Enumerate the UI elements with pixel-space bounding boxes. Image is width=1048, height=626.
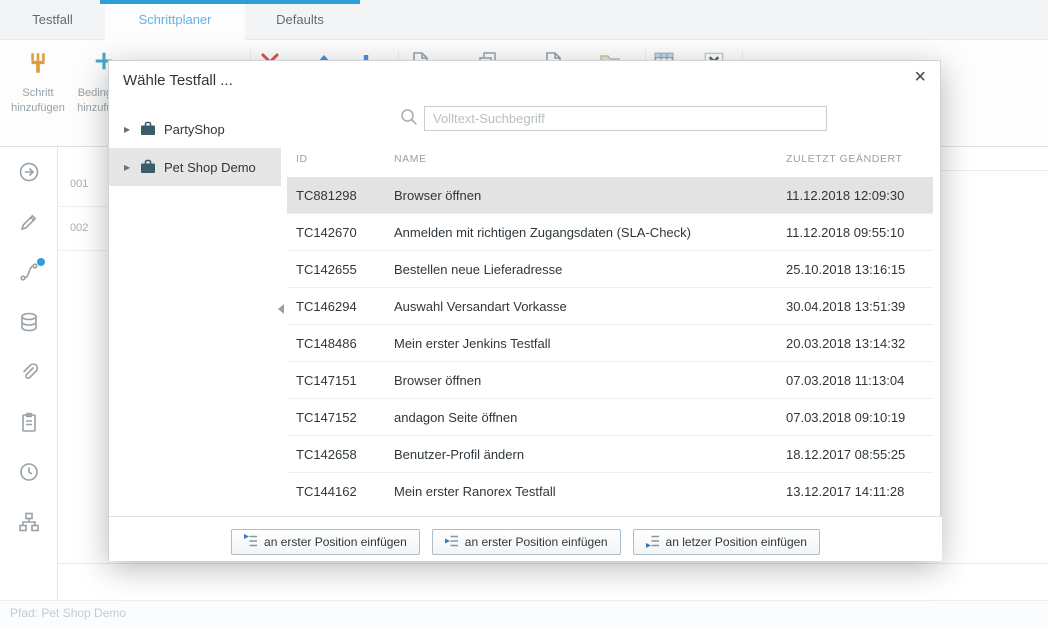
tree-item-label: PartyShop bbox=[164, 122, 225, 137]
content-bottom-line bbox=[58, 563, 1048, 564]
table-row[interactable]: TC147151 Browser öffnen 07.03.2018 11:13… bbox=[287, 362, 933, 399]
table-row[interactable]: TC142658 Benutzer-Profil ändern 18.12.20… bbox=[287, 436, 933, 473]
briefcase-icon bbox=[139, 158, 157, 176]
path-label: Pfad: Pet Shop Demo bbox=[10, 606, 126, 620]
table-row[interactable]: TC144162 Mein erster Ranorex Testfall 13… bbox=[287, 473, 933, 501]
testcase-name: Browser öffnen bbox=[394, 362, 481, 399]
edit-pencil-icon[interactable] bbox=[17, 210, 41, 234]
testcase-id: TC142655 bbox=[296, 251, 357, 288]
testcase-id: TC142670 bbox=[296, 214, 357, 251]
step-row-number: 002 bbox=[70, 222, 102, 234]
testcase-modified: 30.04.2018 13:51:39 bbox=[786, 288, 905, 325]
project-tree: ▶ PartyShop ▶ Pet Shop Demo bbox=[109, 101, 281, 561]
testcase-id: TC147152 bbox=[296, 399, 357, 436]
chevron-right-icon[interactable]: ▶ bbox=[124, 163, 130, 172]
search-input[interactable] bbox=[424, 106, 827, 131]
tab-bar: Testfall Schrittplaner Defaults bbox=[0, 0, 1048, 40]
insert-at-first-position-button-2[interactable]: an erster Position einfügen bbox=[432, 529, 621, 555]
close-icon[interactable]: × bbox=[914, 67, 926, 87]
notification-dot bbox=[37, 258, 45, 266]
column-header-id[interactable]: ID bbox=[296, 153, 308, 165]
search-icon bbox=[399, 107, 419, 127]
add-step-button[interactable]: Schritt hinzufügen bbox=[6, 45, 70, 141]
testcase-modified: 20.03.2018 13:14:32 bbox=[786, 325, 905, 362]
active-tab-indicator bbox=[100, 0, 360, 4]
tab-testfall[interactable]: Testfall bbox=[0, 0, 105, 40]
button-label: an letzer Position einfügen bbox=[666, 535, 807, 549]
testcase-name: Benutzer-Profil ändern bbox=[394, 436, 524, 473]
testcase-modified: 25.10.2018 13:16:15 bbox=[786, 251, 905, 288]
table-row[interactable]: TC147152 andagon Seite öffnen 07.03.2018… bbox=[287, 399, 933, 436]
testcase-modified: 11.12.2018 09:55:10 bbox=[786, 214, 904, 251]
sitemap-icon[interactable] bbox=[17, 510, 41, 534]
testcase-id: TC147151 bbox=[296, 362, 357, 399]
table-row[interactable]: TC146294 Auswahl Versandart Vorkasse 30.… bbox=[287, 288, 933, 325]
column-header-name[interactable]: NAME bbox=[394, 153, 427, 165]
pitchfork-icon bbox=[25, 50, 51, 80]
testcase-id: TC144162 bbox=[296, 473, 357, 501]
insert-first-icon bbox=[244, 534, 258, 551]
testcase-id: TC142658 bbox=[296, 436, 357, 473]
testcase-name: andagon Seite öffnen bbox=[394, 399, 517, 436]
background-header-line bbox=[941, 170, 1048, 171]
insert-last-icon bbox=[646, 534, 660, 551]
tab-schrittplaner[interactable]: Schrittplaner bbox=[105, 0, 245, 40]
testcase-id: TC881298 bbox=[296, 177, 357, 214]
choose-testcase-dialog: Wähle Testfall ... × ▶ PartyShop ▶ Pet S… bbox=[108, 60, 941, 560]
briefcase-icon bbox=[139, 120, 157, 138]
testcase-modified: 13.12.2017 14:11:28 bbox=[786, 473, 904, 501]
testcase-modified: 07.03.2018 11:13:04 bbox=[786, 362, 904, 399]
testcase-name: Browser öffnen bbox=[394, 177, 481, 214]
insert-at-first-position-button[interactable]: an erster Position einfügen bbox=[231, 529, 420, 555]
status-bar: Pfad: Pet Shop Demo bbox=[0, 600, 1048, 626]
paperclip-icon[interactable] bbox=[17, 360, 41, 384]
tree-item-pet-shop-demo[interactable]: ▶ Pet Shop Demo bbox=[109, 148, 281, 186]
dialog-title: Wähle Testfall ... bbox=[123, 72, 233, 89]
table-row[interactable]: TC142655 Bestellen neue Lieferadresse 25… bbox=[287, 251, 933, 288]
testcase-name: Mein erster Jenkins Testfall bbox=[394, 325, 551, 362]
row-divider bbox=[58, 250, 108, 251]
insert-at-last-position-button[interactable]: an letzer Position einfügen bbox=[633, 529, 820, 555]
add-step-label: Schritt hinzufügen bbox=[7, 86, 69, 116]
testcase-name: Auswahl Versandart Vorkasse bbox=[394, 288, 567, 325]
testcase-table: TC881298 Browser öffnen 11.12.2018 12:09… bbox=[287, 177, 933, 501]
dialog-footer: an erster Position einfügen an erster Po… bbox=[109, 516, 942, 561]
history-clock-icon[interactable] bbox=[17, 460, 41, 484]
table-row[interactable]: TC148486 Mein erster Jenkins Testfall 20… bbox=[287, 325, 933, 362]
testcase-id: TC146294 bbox=[296, 288, 357, 325]
table-row[interactable]: TC881298 Browser öffnen 11.12.2018 12:09… bbox=[287, 177, 933, 214]
collapse-panel-icon[interactable] bbox=[278, 304, 284, 314]
tab-defaults[interactable]: Defaults bbox=[245, 0, 355, 40]
tree-item-partyshop[interactable]: ▶ PartyShop bbox=[109, 110, 281, 148]
testcase-name: Anmelden mit richtigen Zugangsdaten (SLA… bbox=[394, 214, 691, 251]
testcase-name: Bestellen neue Lieferadresse bbox=[394, 251, 562, 288]
testcase-name: Mein erster Ranorex Testfall bbox=[394, 473, 556, 501]
row-divider bbox=[58, 206, 108, 207]
step-row-number: 001 bbox=[70, 178, 102, 190]
tree-item-label: Pet Shop Demo bbox=[164, 160, 256, 175]
column-header-modified[interactable]: ZULETZT GEÄNDERT bbox=[786, 153, 903, 165]
testcase-modified: 07.03.2018 09:10:19 bbox=[786, 399, 905, 436]
insert-middle-icon bbox=[445, 534, 459, 551]
button-label: an erster Position einfügen bbox=[264, 535, 407, 549]
button-label: an erster Position einfügen bbox=[465, 535, 608, 549]
testcase-modified: 11.12.2018 12:09:30 bbox=[786, 177, 904, 214]
testcase-id: TC148486 bbox=[296, 325, 357, 362]
testcase-modified: 18.12.2017 08:55:25 bbox=[786, 436, 905, 473]
left-icon-sidebar bbox=[0, 147, 58, 600]
table-row[interactable]: TC142670 Anmelden mit richtigen Zugangsd… bbox=[287, 214, 933, 251]
run-arrow-icon[interactable] bbox=[17, 160, 41, 184]
clipboard-icon[interactable] bbox=[17, 410, 41, 434]
chevron-right-icon[interactable]: ▶ bbox=[124, 125, 130, 134]
database-icon[interactable] bbox=[17, 310, 41, 334]
